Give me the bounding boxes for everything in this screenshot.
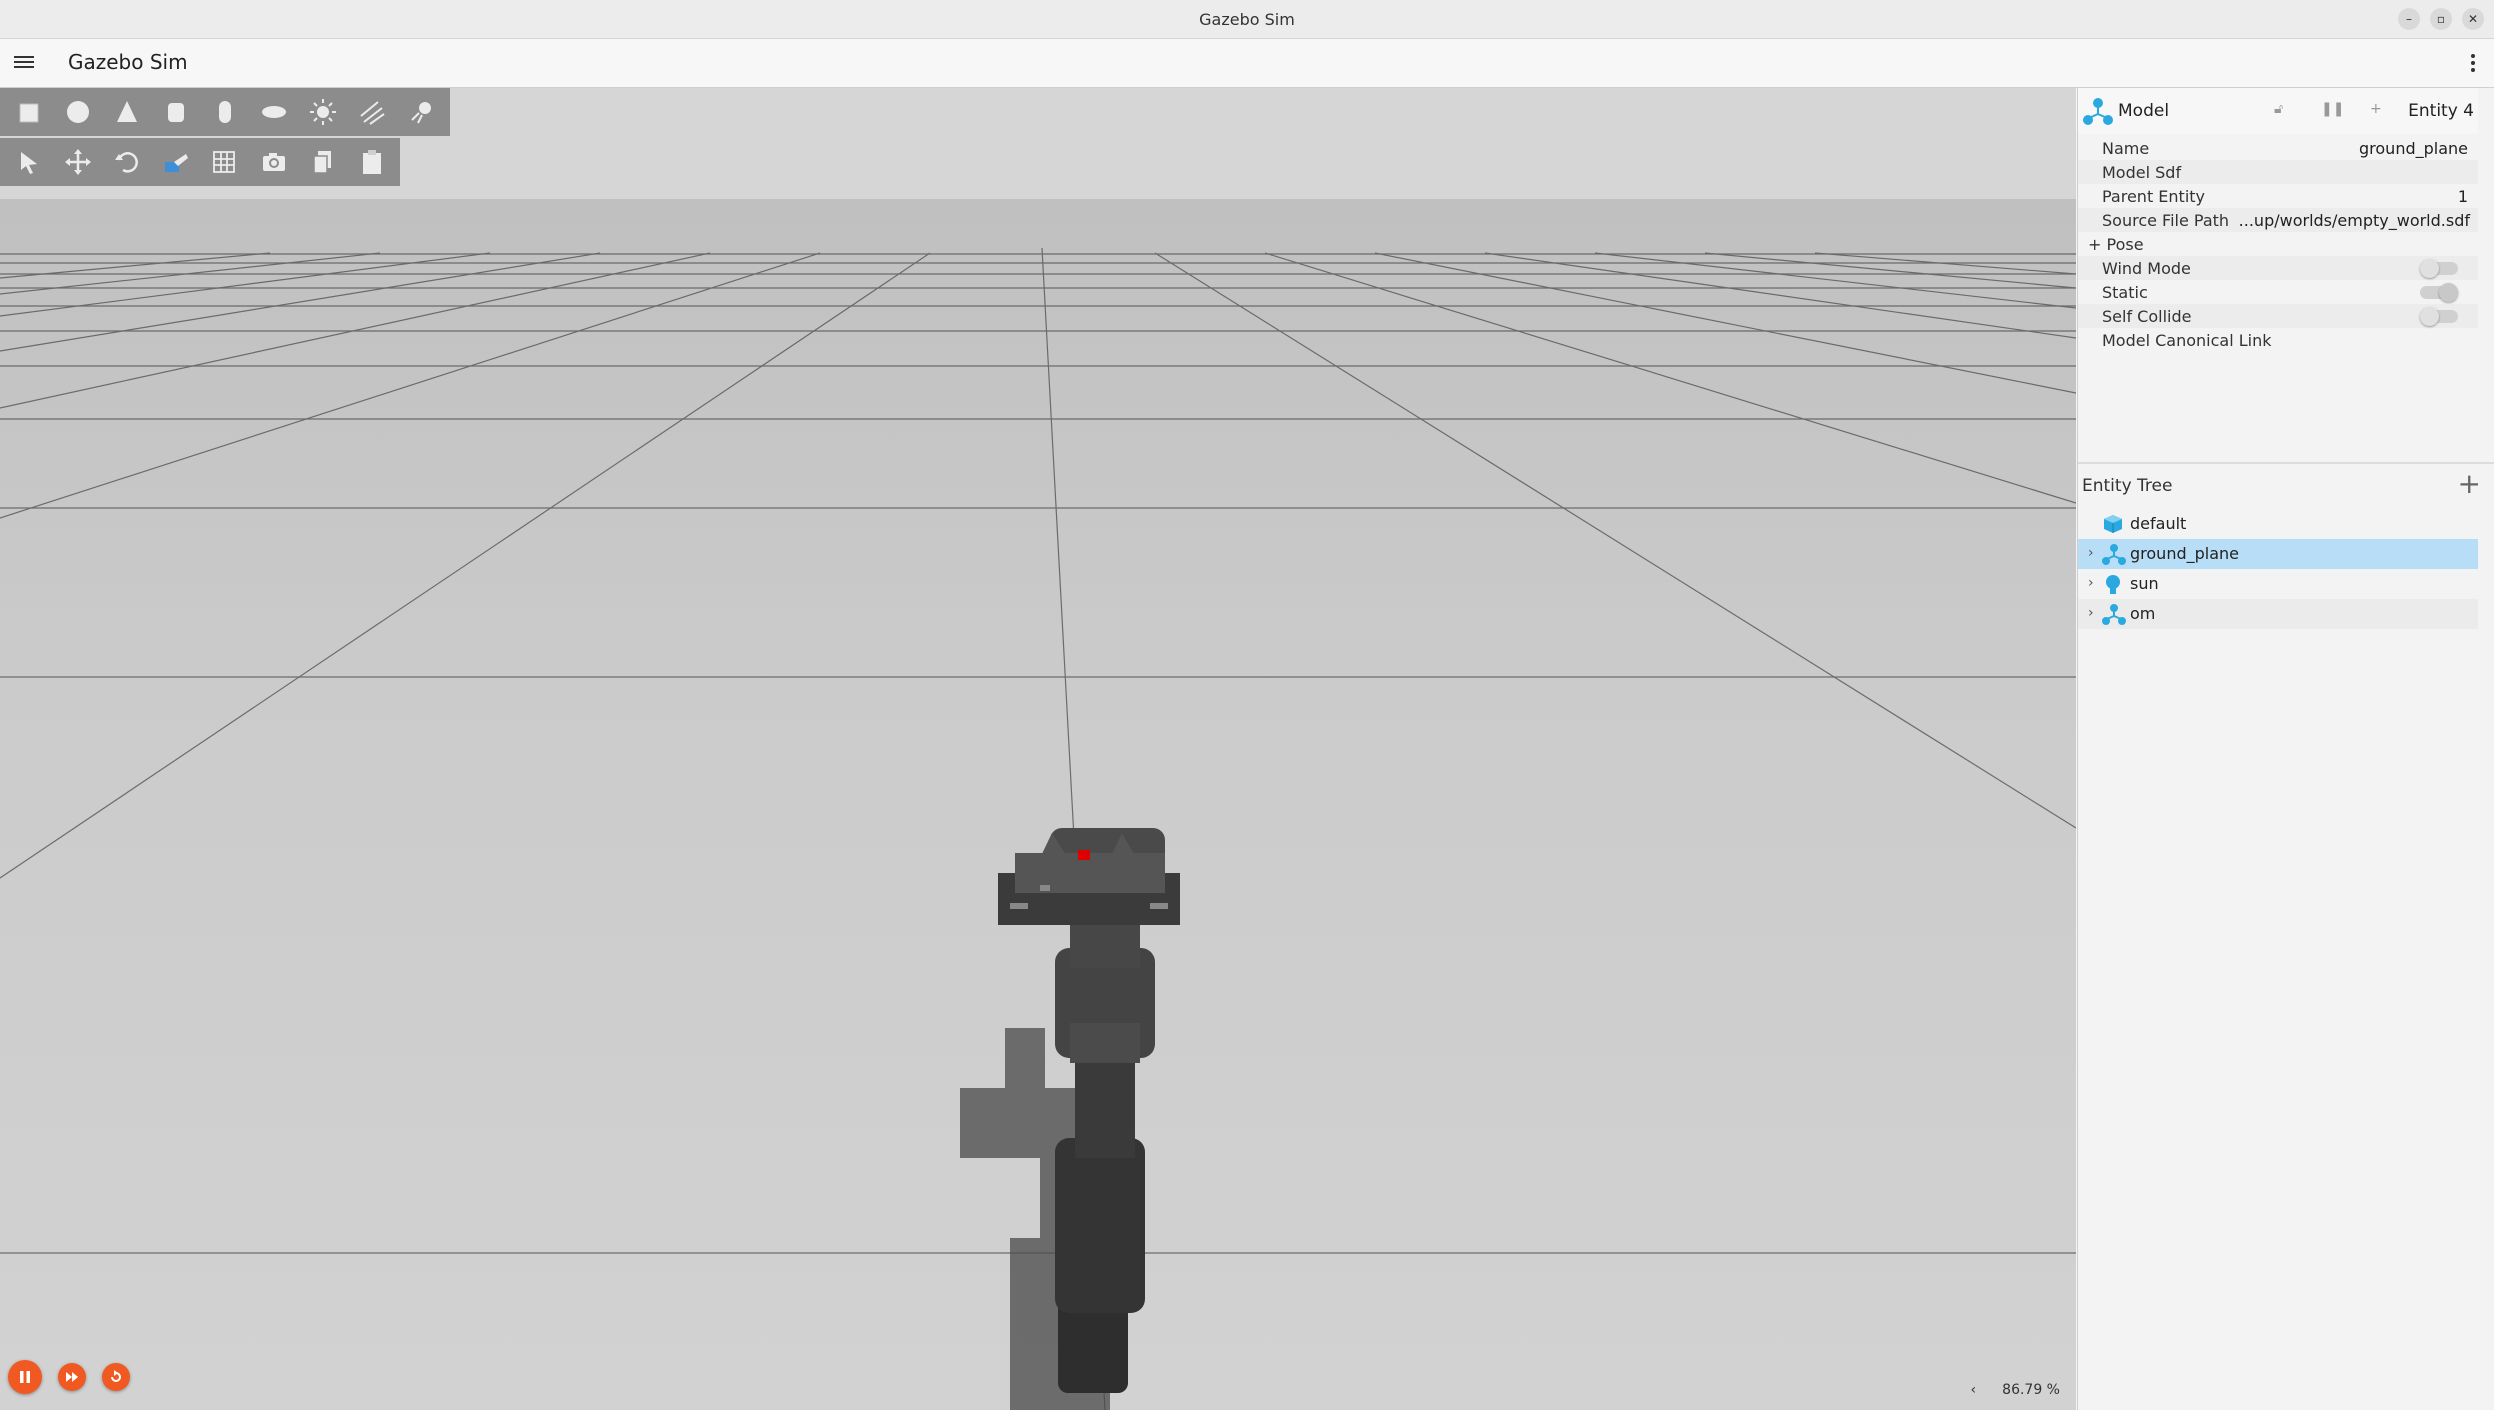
prop-value: ...up/worlds/empty_world.sdf [2238, 210, 2470, 230]
window-title: Gazebo Sim [1199, 9, 1295, 29]
paste-icon[interactable] [351, 141, 392, 183]
translate-icon[interactable] [57, 141, 98, 183]
close-icon: ✕ [2467, 12, 2479, 26]
pause-updates-icon[interactable]: ❚❚ [2321, 101, 2344, 117]
collapse-stats-icon[interactable]: ‹ [1971, 1382, 1977, 1398]
directional-light-icon[interactable] [352, 91, 393, 133]
hamburger-menu-icon[interactable] [14, 53, 34, 73]
tree-item-om[interactable]: › om [2078, 599, 2478, 629]
tree-item-ground-plane[interactable]: › ground_plane [2078, 539, 2478, 569]
pause-icon [20, 1371, 30, 1383]
grid-snap-icon[interactable] [204, 141, 245, 183]
tree-item-sun[interactable]: › sun [2078, 569, 2478, 599]
model-icon [2102, 544, 2126, 565]
entity-tree-title: Entity Tree [2082, 476, 2173, 496]
prop-key: Name [2102, 138, 2150, 158]
select-icon[interactable] [8, 141, 49, 183]
component-inspector-header: Model 🔓︎ ❚❚ + Entity 4 [2078, 88, 2478, 134]
prop-key: Wind Mode [2102, 258, 2191, 278]
entity-tree-header: Entity Tree + [2078, 464, 2494, 510]
prop-row-source-file-path: Source File Path ...up/worlds/empty_worl… [2078, 208, 2478, 232]
tree-item-label: sun [2130, 574, 2159, 593]
prop-row-self-collide: Self Collide [2078, 304, 2478, 328]
cylinder-icon[interactable] [155, 91, 196, 133]
prop-key: Self Collide [2102, 306, 2192, 326]
window-title-bar: Gazebo Sim – ▫ ✕ [0, 0, 2494, 39]
minimize-button[interactable]: – [2398, 8, 2420, 30]
capsule-icon[interactable] [204, 91, 245, 133]
prop-value: ground_plane [2359, 138, 2468, 158]
prop-row-model-sdf: Model Sdf [2078, 160, 2478, 184]
camera-icon[interactable] [253, 141, 294, 183]
expand-chevron-icon[interactable]: › [2088, 545, 2094, 561]
pose-expander[interactable]: + Pose [2088, 235, 2144, 254]
tree-item-label: ground_plane [2130, 544, 2239, 563]
copy-icon[interactable] [302, 141, 343, 183]
playback-controls [8, 1360, 130, 1394]
app-header: Gazebo Sim [0, 39, 2494, 88]
prop-key: Model Sdf [2102, 162, 2182, 182]
app-title: Gazebo Sim [68, 50, 188, 74]
prop-key: Static [2102, 282, 2148, 302]
model-icon [2102, 604, 2126, 625]
prop-key: Parent Entity [2102, 186, 2206, 206]
self-collide-toggle[interactable] [2420, 307, 2458, 326]
prop-row-wind-mode: Wind Mode [2078, 256, 2478, 280]
fast-forward-icon [66, 1372, 78, 1382]
prop-row-model-canonical-link: Model Canonical Link [2078, 328, 2478, 352]
scene-render [0, 88, 2076, 1410]
cone-icon[interactable] [106, 91, 147, 133]
prop-key: Model Canonical Link [2102, 330, 2272, 350]
real-time-factor-display: ‹ 86.79 % [1971, 1382, 2060, 1398]
sphere-icon[interactable] [57, 91, 98, 133]
reset-button[interactable] [102, 1363, 130, 1391]
pause-button[interactable] [8, 1360, 42, 1394]
component-type-label: Model [2118, 101, 2170, 121]
wind-mode-toggle[interactable] [2420, 259, 2458, 278]
expand-chevron-icon[interactable]: › [2088, 605, 2094, 621]
maximize-button[interactable]: ▫ [2430, 8, 2452, 30]
spot-light-icon[interactable] [401, 91, 442, 133]
ground-grid [0, 247, 2076, 1410]
prop-row-static: Static [2078, 280, 2478, 304]
model-icon [2083, 98, 2113, 125]
add-component-icon[interactable]: + [2370, 101, 2382, 117]
tree-item-default[interactable]: default [2078, 509, 2478, 539]
world-icon [2104, 515, 2122, 533]
light-bulb-icon [2106, 575, 2120, 594]
step-forward-button[interactable] [58, 1363, 86, 1391]
minimize-icon: – [2406, 12, 2412, 26]
transform-icon[interactable] [155, 141, 196, 183]
window-controls: – ▫ ✕ [2398, 8, 2484, 30]
prop-value: 1 [2457, 186, 2468, 206]
prop-row-pose[interactable]: + Pose [2078, 232, 2478, 256]
tree-item-label: om [2130, 604, 2156, 623]
scene-viewport[interactable]: ‹ 86.79 % [0, 88, 2076, 1410]
sun-light-icon[interactable] [303, 91, 344, 133]
prop-key: Source File Path [2102, 210, 2230, 230]
shapes-toolbar [0, 88, 450, 136]
tree-item-label: default [2130, 514, 2187, 533]
real-time-factor-value: 86.79 % [2002, 1382, 2060, 1398]
lock-icon[interactable]: 🔓︎ [2274, 101, 2283, 117]
ellipsoid-icon[interactable] [254, 91, 295, 133]
prop-row-name: Name ground_plane [2078, 136, 2478, 160]
entity-id-label: Entity 4 [2408, 101, 2474, 121]
more-options-icon[interactable] [2470, 51, 2476, 75]
static-toggle[interactable] [2420, 283, 2458, 302]
reset-icon [111, 1370, 121, 1382]
close-button[interactable]: ✕ [2462, 8, 2484, 30]
box-icon[interactable] [8, 91, 49, 133]
tools-toolbar [0, 138, 400, 186]
rotate-icon[interactable] [106, 141, 147, 183]
right-panel: Model 🔓︎ ❚❚ + Entity 4 Name ground_plane… [2077, 88, 2494, 1410]
expand-chevron-icon[interactable]: › [2088, 575, 2094, 591]
prop-row-parent-entity: Parent Entity 1 [2078, 184, 2478, 208]
add-entity-button[interactable]: + [2458, 470, 2481, 498]
restore-icon: ▫ [2436, 12, 2446, 26]
